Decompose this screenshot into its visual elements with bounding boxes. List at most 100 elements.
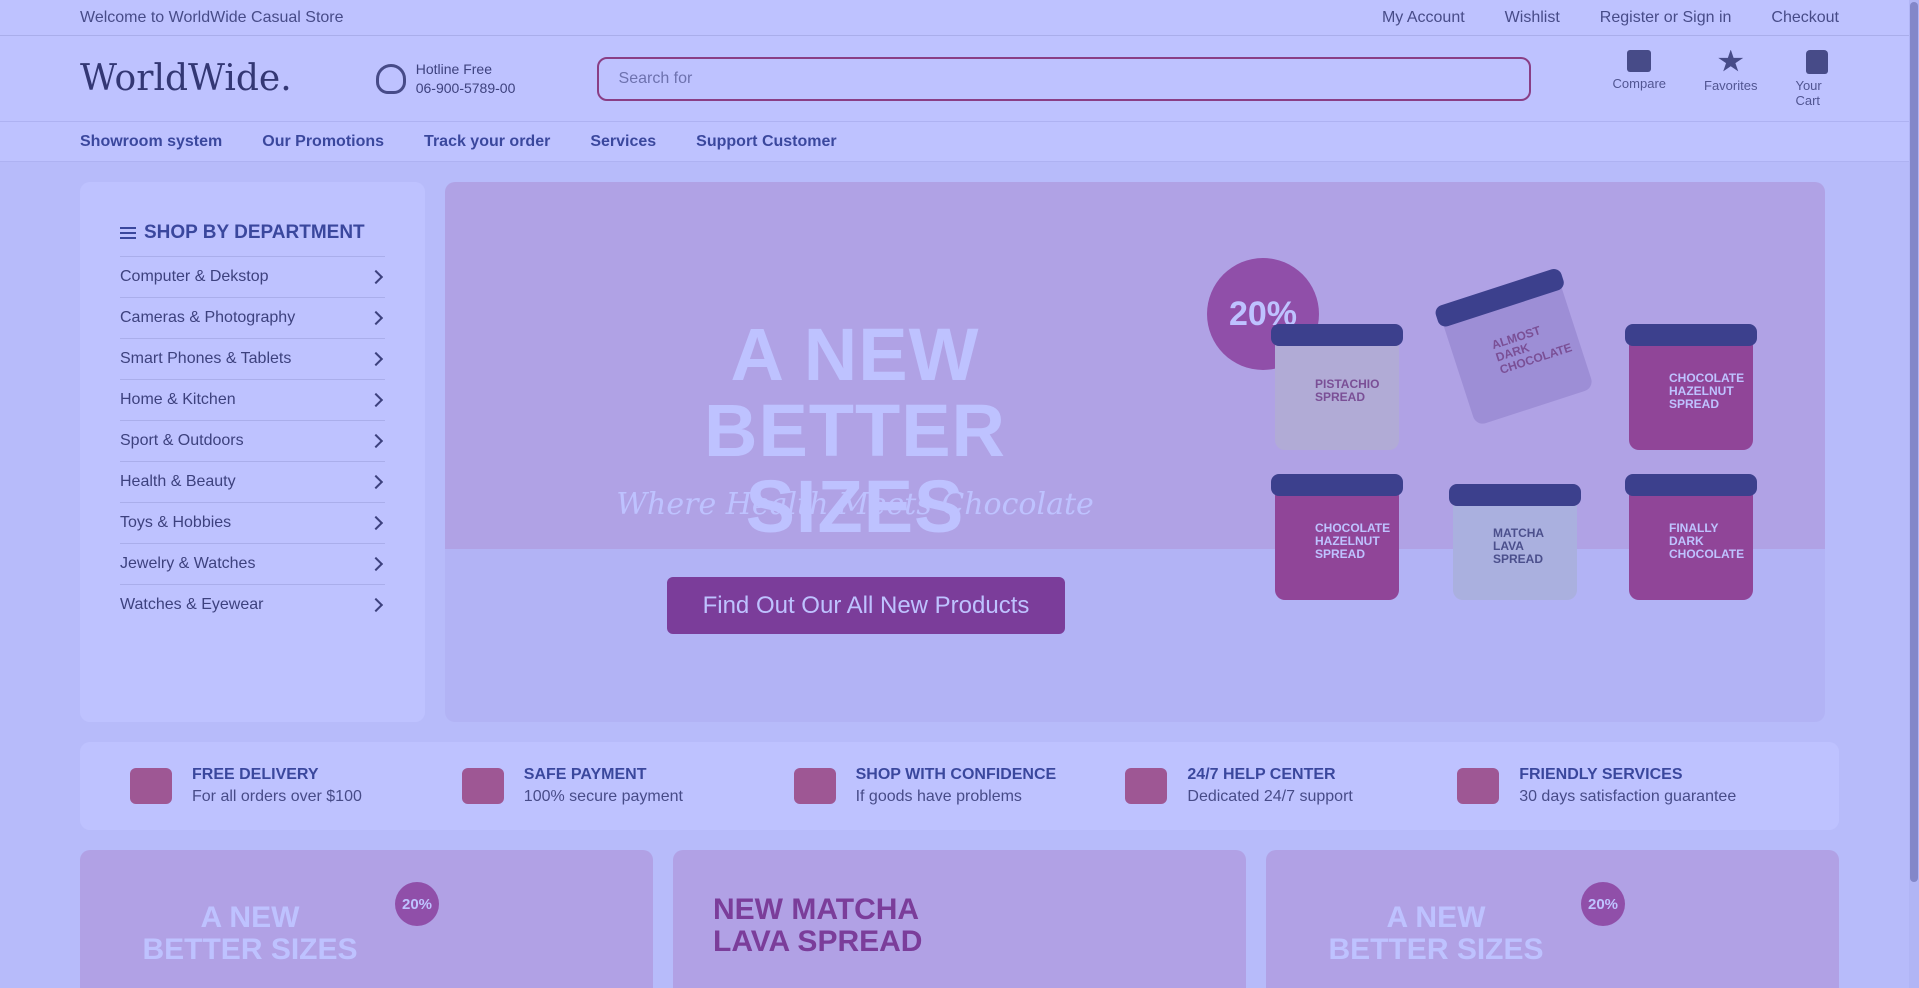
department-title[interactable]: SHOP BY DEPARTMENT: [120, 222, 385, 244]
compare-icon: [1627, 49, 1652, 72]
nav-showroom[interactable]: Showroom system: [80, 133, 222, 151]
department-item-label: Smart Phones & Tablets: [120, 350, 292, 367]
find-products-button[interactable]: Find Out Our All New Products: [667, 577, 1065, 634]
promo-card[interactable]: A NEW BETTER SIZES 20%: [1266, 850, 1839, 988]
jar-image: CHOCOLATE HAZELNUT SPREAD: [1271, 474, 1403, 600]
hero-banner[interactable]: A NEW BETTER SIZES Where Health Meets Ch…: [445, 182, 1825, 722]
chat-icon: [1125, 768, 1168, 804]
feature-subtitle: 100% secure payment: [523, 788, 683, 805]
department-item-label: Toys & Hobbies: [120, 514, 232, 531]
department-item[interactable]: Health & Beauty: [120, 461, 385, 502]
department-item[interactable]: Watches & Eyewear: [120, 584, 385, 625]
compare-label: Compare: [1612, 75, 1666, 91]
feature-item: FREE DELIVERY For all orders over $100: [130, 766, 462, 806]
department-item-label: Health & Beauty: [120, 473, 236, 490]
chevron-right-icon: [368, 351, 384, 367]
jar-image: FINALLY DARK CHOCOLATE: [1625, 474, 1757, 600]
chevron-right-icon: [368, 597, 384, 613]
department-item[interactable]: Computer & Dekstop: [120, 256, 385, 297]
department-item[interactable]: Toys & Hobbies: [120, 502, 385, 543]
search-input[interactable]: [618, 69, 1529, 88]
feature-title: FRIENDLY SERVICES: [1519, 766, 1683, 783]
department-item-label: Home & Kitchen: [120, 391, 236, 408]
header: WorldWide. Hotline Free 06-900-5789-00 C…: [0, 36, 1919, 122]
chevron-right-icon: [368, 556, 384, 572]
register-signin-link[interactable]: Register or Sign in: [1600, 9, 1732, 27]
chevron-right-icon: [368, 474, 384, 490]
chevron-right-icon: [368, 310, 384, 326]
nav-track-order[interactable]: Track your order: [424, 133, 550, 151]
scrollbar-thumb[interactable]: [1910, 2, 1918, 882]
jar-image: MATCHA LAVA SPREAD: [1449, 484, 1581, 600]
services-icon: [1457, 768, 1500, 804]
wishlist-link[interactable]: Wishlist: [1505, 9, 1560, 27]
department-item-label: Sport & Outdoors: [120, 432, 244, 449]
department-item[interactable]: Sport & Outdoors: [120, 420, 385, 461]
promo-badge: 20%: [395, 882, 439, 926]
my-account-link[interactable]: My Account: [1382, 9, 1465, 27]
department-item-label: Computer & Dekstop: [120, 268, 269, 285]
chevron-right-icon: [368, 515, 384, 531]
feature-item: SAFE PAYMENT 100% secure payment: [461, 766, 794, 806]
cart-label: Your Cart: [1795, 77, 1822, 108]
feature-item: FRIENDLY SERVICES 30 days satisfaction gu…: [1457, 766, 1789, 806]
department-item[interactable]: Smart Phones & Tablets: [120, 338, 385, 379]
promo-title: NEW MATCHA LAVA SPREAD: [713, 893, 923, 958]
nav-promotions[interactable]: Our Promotions: [262, 133, 384, 151]
search-box[interactable]: [596, 56, 1531, 101]
hotline: Hotline Free 06-900-5789-00: [375, 60, 567, 98]
feature-subtitle: Dedicated 24/7 support: [1187, 788, 1353, 805]
department-panel: SHOP BY DEPARTMENT Computer & Dekstop Ca…: [80, 182, 425, 722]
promo-card[interactable]: NEW MATCHA LAVA SPREAD: [673, 850, 1246, 988]
feature-title: SHOP WITH CONFIDENCE: [855, 766, 1057, 783]
feature-title: 24/7 HELP CENTER: [1187, 766, 1336, 783]
top-bar: Welcome to WorldWide Casual Store My Acc…: [0, 0, 1919, 36]
logo[interactable]: WorldWide.: [80, 58, 376, 99]
nav-support[interactable]: Support Customer: [696, 133, 836, 151]
department-title-text: SHOP BY DEPARTMENT: [144, 222, 365, 243]
department-item[interactable]: Home & Kitchen: [120, 379, 385, 420]
hotline-label: Hotline Free: [415, 60, 492, 77]
feature-title: SAFE PAYMENT: [523, 766, 647, 783]
jar-image: PISTACHIO SPREAD: [1271, 324, 1403, 450]
feature-subtitle: For all orders over $100: [192, 788, 362, 805]
feature-title: FREE DELIVERY: [192, 766, 319, 783]
hero-title-line2: BETTER SIZES: [704, 389, 1006, 548]
promo-title: A NEW BETTER SIZES: [1328, 901, 1544, 966]
bag-icon: [1806, 49, 1829, 74]
hand-dollar-icon: [793, 768, 836, 804]
compare-button[interactable]: Compare: [1612, 49, 1666, 108]
headset-icon: [375, 63, 406, 94]
promo-row: A NEW BETTER SIZES 20% NEW MATCHA LAVA S…: [80, 850, 1839, 988]
nav-services[interactable]: Services: [590, 133, 656, 151]
star-icon: [1718, 49, 1744, 72]
chevron-right-icon: [368, 392, 384, 408]
hero-title-line1: A NEW: [730, 313, 980, 396]
header-icons: Compare Favorites Your Cart: [1612, 49, 1839, 108]
department-item[interactable]: Cameras & Photography: [120, 297, 385, 338]
promo-card[interactable]: A NEW BETTER SIZES 20%: [80, 850, 653, 988]
main-nav: Showroom system Our Promotions Track you…: [0, 122, 1919, 162]
hotline-number: 06-900-5789-00: [415, 79, 516, 96]
card-icon: [461, 768, 504, 804]
checkout-link[interactable]: Checkout: [1771, 9, 1839, 27]
top-links: My Account Wishlist Register or Sign in …: [1382, 9, 1839, 27]
feature-item: 24/7 HELP CENTER Dedicated 24/7 support: [1125, 766, 1457, 806]
scrollbar[interactable]: [1909, 0, 1919, 988]
promo-badge: 20%: [1581, 882, 1625, 926]
favorites-button[interactable]: Favorites: [1704, 49, 1758, 108]
feature-subtitle: If goods have problems: [855, 788, 1022, 805]
department-item-label: Watches & Eyewear: [120, 596, 264, 613]
features-bar: FREE DELIVERY For all orders over $100 SA…: [80, 742, 1839, 830]
truck-icon: [130, 768, 172, 804]
feature-subtitle: 30 days satisfaction guarantee: [1519, 788, 1737, 805]
favorites-label: Favorites: [1704, 77, 1758, 93]
main-content: SHOP BY DEPARTMENT Computer & Dekstop Ca…: [0, 162, 1919, 722]
department-item-label: Cameras & Photography: [120, 309, 296, 326]
department-item[interactable]: Jewelry & Watches: [120, 543, 385, 584]
jar-image: CHOCOLATE HAZELNUT SPREAD: [1625, 324, 1757, 450]
cart-button[interactable]: Your Cart: [1795, 49, 1839, 108]
hero-subtitle: Where Health Meets Chocolate: [616, 487, 1094, 522]
chevron-right-icon: [368, 269, 384, 285]
menu-icon: [120, 227, 136, 239]
